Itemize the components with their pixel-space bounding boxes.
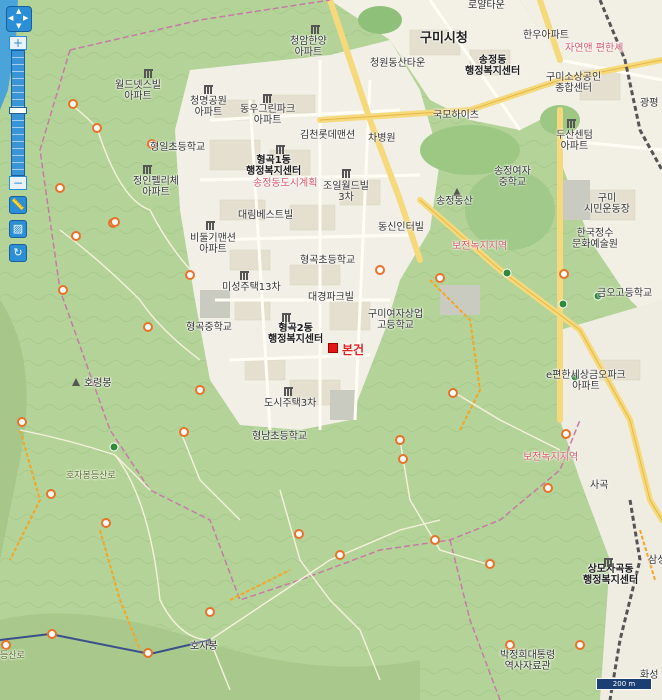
pan-left-icon[interactable]: ◀ [8,15,13,22]
zoom-out-button[interactable]: − [9,176,27,190]
scale-bar: 200 m [596,678,652,690]
apartment-icon [203,84,214,95]
map-canvas[interactable]: 로얄타운 청암한양 아파트 구미시청 청원동산타운 한우아파트 자연앤 편한세 … [0,0,662,700]
target-marker[interactable] [328,343,338,353]
area-icon[interactable]: ▨ [9,220,27,238]
apartment-icon [262,93,273,104]
apartment-icon [143,68,154,79]
pan-up-icon[interactable]: ▲ [16,8,21,15]
office-icon [281,312,292,323]
refresh-icon[interactable]: ↻ [9,244,27,262]
apartment-icon [142,164,153,175]
zoom-slider-handle[interactable] [9,107,27,114]
apartment-icon [566,118,577,129]
zoom-slider[interactable] [9,50,27,176]
pan-control[interactable]: ▲ ▼ ◀ ▶ [6,6,32,32]
pan-right-icon[interactable]: ▶ [23,15,28,22]
apartment-icon [341,168,352,179]
zoom-in-button[interactable]: + [9,36,27,50]
apartment-icon [283,386,294,397]
pan-down-icon[interactable]: ▼ [16,23,21,30]
office-icon [275,144,286,155]
apartment-icon [205,220,216,231]
ruler-icon[interactable]: 📏 [9,196,27,214]
apartment-icon [310,24,321,35]
map-toolbar: ▲ ▼ ◀ ▶ + − 📏 ▨ ↻ [6,6,32,262]
apartment-icon [239,270,250,281]
office-icon [603,557,614,568]
